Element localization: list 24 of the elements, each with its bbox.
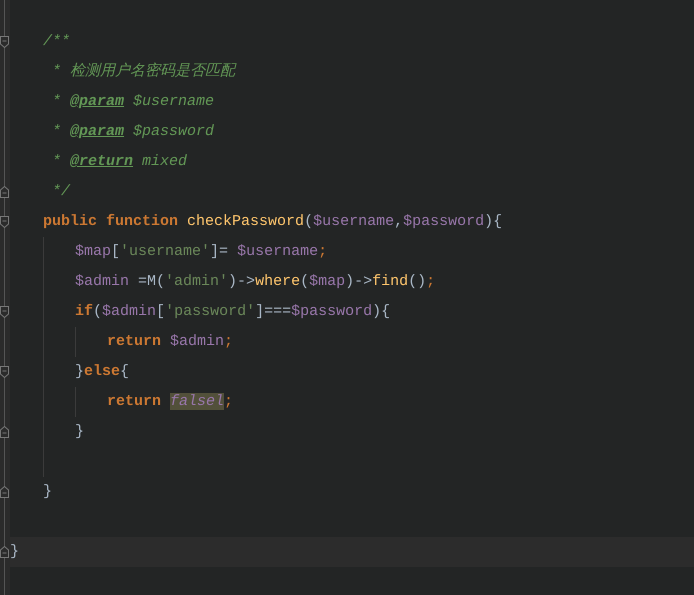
code-line: $map['username']= $username; xyxy=(75,242,328,262)
fold-icon[interactable] xyxy=(0,546,9,558)
fold-icon[interactable] xyxy=(0,366,9,378)
code-line: * @return mixed xyxy=(51,152,188,172)
fold-icon[interactable] xyxy=(0,216,9,228)
code-line: * @param $password xyxy=(51,122,214,142)
code-line: } xyxy=(75,422,84,442)
code-line: */ xyxy=(51,182,70,202)
fold-icon[interactable] xyxy=(0,186,9,198)
fold-icon[interactable] xyxy=(0,36,9,48)
code-line: } xyxy=(10,542,20,562)
fold-icon[interactable] xyxy=(0,486,9,498)
code-line: return $admin; xyxy=(107,332,234,352)
code-line: } xyxy=(43,482,52,502)
code-line: return falsel; xyxy=(107,392,234,412)
fold-icon[interactable] xyxy=(0,306,9,318)
code-line: /** xyxy=(43,32,70,52)
code-line: * @param $username xyxy=(51,92,214,112)
code-line: public function checkPassword($username,$password){ xyxy=(43,212,502,232)
code-line: }else{ xyxy=(75,362,130,382)
code-line: $admin =M('admin')->where($map)->find(); xyxy=(75,272,436,292)
code-line: if($admin['password']===$password){ xyxy=(75,302,390,322)
fold-icon[interactable] xyxy=(0,426,9,438)
code-line: * 检测用户名密码是否匹配 xyxy=(51,61,236,82)
